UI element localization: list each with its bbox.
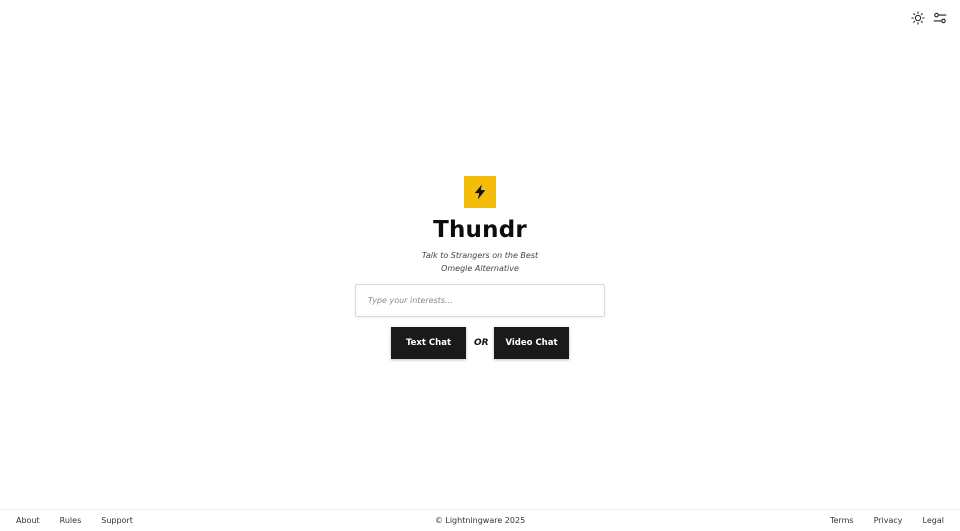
copyright: © Lightningware 2025	[434, 516, 526, 525]
hero: Thundr Talk to Strangers on the Best Ome…	[0, 176, 960, 359]
lightning-bolt-icon	[474, 184, 486, 200]
interests-input[interactable]	[355, 284, 605, 317]
footer-right-links: Terms Privacy Legal	[830, 516, 944, 525]
logo	[464, 176, 496, 208]
video-chat-button[interactable]: Video Chat	[494, 327, 569, 359]
footer-left-links: About Rules Support	[16, 516, 133, 525]
page-title: Thundr	[433, 217, 527, 243]
footer-link-support[interactable]: Support	[101, 516, 133, 525]
top-controls	[910, 10, 948, 26]
chat-actions: Text Chat OR Video Chat	[391, 327, 569, 359]
sun-icon[interactable]	[910, 10, 926, 26]
or-label: OR	[474, 338, 489, 348]
footer-link-legal[interactable]: Legal	[923, 516, 944, 525]
tagline: Talk to Strangers on the Best Omegle Alt…	[421, 251, 539, 273]
sliders-icon[interactable]	[932, 10, 948, 26]
footer-link-privacy[interactable]: Privacy	[874, 516, 903, 525]
footer: About Rules Support © Lightningware 2025…	[0, 509, 960, 531]
footer-link-about[interactable]: About	[16, 516, 40, 525]
page: Thundr Talk to Strangers on the Best Ome…	[0, 0, 960, 531]
footer-link-terms[interactable]: Terms	[830, 516, 854, 525]
text-chat-button[interactable]: Text Chat	[391, 327, 466, 359]
footer-link-rules[interactable]: Rules	[60, 516, 82, 525]
